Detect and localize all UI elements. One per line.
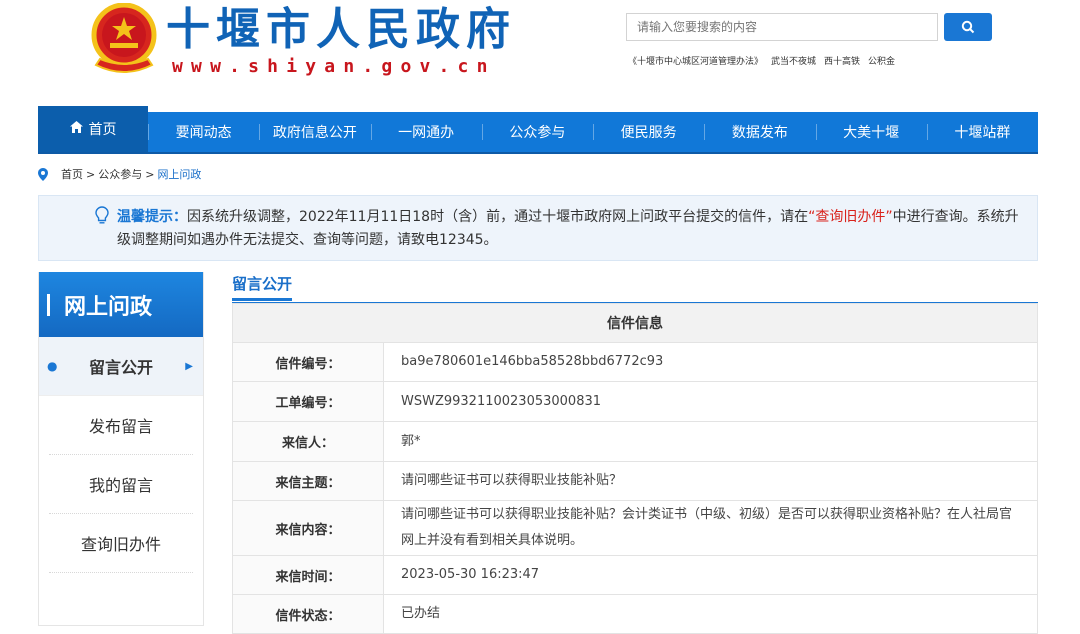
sidebar-item-old-cases[interactable]: 查询旧办件 bbox=[49, 514, 193, 573]
notice-text: 因系统升级调整，2022年11月11日18时（含）前，通过十堰市政府网上问政平台… bbox=[187, 209, 809, 225]
nav-item-home[interactable]: 首页 bbox=[38, 106, 148, 152]
nav-item-public[interactable]: 公众参与 bbox=[481, 112, 593, 152]
section-title: 留言公开 bbox=[232, 272, 1038, 303]
table-row: 工单编号： WSWZ9932110023053000831 bbox=[232, 381, 1038, 422]
sidebar-item-post-message[interactable]: 发布留言 bbox=[49, 396, 193, 455]
hot-link[interactable]: 《十堰市中心城区河道管理办法》 bbox=[628, 54, 763, 67]
letter-info-table: 信件信息 信件编号： ba9e780601e146bba58528bbd6772… bbox=[232, 303, 1038, 634]
sidebar-item-public-messages[interactable]: ● 留言公开 ▶ bbox=[39, 337, 203, 396]
triangle-right-icon: ▶ bbox=[185, 360, 193, 372]
table-row: 来信内容： 请问哪些证书可以获得职业技能补贴？会计类证书（中级、初级）是否可以获… bbox=[232, 500, 1038, 556]
search-icon bbox=[961, 20, 975, 34]
table-row: 信件状态： 已办结 bbox=[232, 594, 1038, 634]
nav-item-gov-info[interactable]: 政府信息公开 bbox=[259, 112, 370, 152]
table-row: 来信时间： 2023-05-30 16:23:47 bbox=[232, 555, 1038, 595]
sidebar-item-label: 留言公开 bbox=[88, 358, 153, 377]
sidebar: 网上问政 ● 留言公开 ▶ 发布留言 我的留言 查询旧办件 bbox=[38, 272, 204, 626]
national-emblem-logo bbox=[91, 3, 157, 73]
hot-link[interactable]: 武当不夜城 bbox=[771, 54, 816, 67]
field-label: 来信时间： bbox=[232, 555, 384, 595]
breadcrumb-separator: > bbox=[86, 167, 96, 181]
field-value: 请问哪些证书可以获得职业技能补贴？ bbox=[383, 461, 1038, 501]
bullet-icon: ● bbox=[47, 359, 58, 373]
table-row: 来信人： 郭* bbox=[232, 421, 1038, 462]
search-input[interactable] bbox=[626, 13, 938, 41]
field-value: 已办结 bbox=[383, 594, 1038, 634]
lightbulb-icon bbox=[95, 206, 109, 224]
nav-item-services[interactable]: 便民服务 bbox=[593, 112, 704, 152]
nav-item-news[interactable]: 要闻动态 bbox=[148, 112, 259, 152]
section-title-text: 留言公开 bbox=[232, 272, 293, 301]
table-row: 信件编号： ba9e780601e146bba58528bbd6772c93 bbox=[232, 342, 1038, 382]
field-label: 信件状态： bbox=[232, 594, 384, 634]
field-label: 信件编号： bbox=[232, 342, 384, 382]
hot-link[interactable]: 西十高铁 bbox=[824, 54, 860, 67]
breadcrumb-home[interactable]: 首页 bbox=[61, 166, 83, 182]
nav-item-data[interactable]: 数据发布 bbox=[704, 112, 815, 152]
sidebar-item-my-messages[interactable]: 我的留言 bbox=[49, 455, 193, 514]
notice-box: 温馨提示：因系统升级调整，2022年11月11日18时（含）前，通过十堰市政府网… bbox=[38, 195, 1038, 261]
hot-search-links: 《十堰市中心城区河道管理办法》 武当不夜城 西十高铁 公积金 bbox=[628, 54, 895, 67]
nav-item-one-stop[interactable]: 一网通办 bbox=[370, 112, 482, 152]
notice-label: 温馨提示： bbox=[117, 209, 187, 225]
sidebar-title: 网上问政 bbox=[39, 272, 203, 337]
main-nav: 首页 要闻动态 政府信息公开 一网通办 公众参与 便民服务 数据发布 大美十堰 … bbox=[38, 106, 1038, 154]
search-button[interactable] bbox=[944, 13, 992, 41]
hot-link[interactable]: 公积金 bbox=[868, 54, 895, 67]
site-title: 十堰市人民政府 bbox=[166, 4, 516, 55]
house-icon bbox=[69, 121, 83, 137]
nav-item-beauty[interactable]: 大美十堰 bbox=[815, 112, 927, 152]
field-value: 2023-05-30 16:23:47 bbox=[383, 555, 1038, 595]
field-value: ba9e780601e146bba58528bbd6772c93 bbox=[383, 342, 1038, 382]
field-value: WSWZ9932110023053000831 bbox=[383, 381, 1038, 422]
title-bar-decoration bbox=[47, 293, 50, 316]
nav-item-label: 首页 bbox=[88, 122, 117, 138]
location-pin-icon bbox=[38, 167, 48, 181]
table-caption: 信件信息 bbox=[232, 303, 1038, 343]
site-url: www.shiyan.gov.cn bbox=[172, 56, 496, 77]
field-label: 来信人： bbox=[232, 421, 384, 462]
field-label: 来信内容： bbox=[232, 500, 384, 556]
field-value: 请问哪些证书可以获得职业技能补贴？会计类证书（中级、初级）是否可以获得职业资格补… bbox=[383, 500, 1038, 556]
nav-item-sites[interactable]: 十堰站群 bbox=[926, 112, 1038, 152]
field-label: 来信主题： bbox=[232, 461, 384, 501]
field-value: 郭* bbox=[383, 421, 1038, 462]
table-row: 来信主题： 请问哪些证书可以获得职业技能补贴？ bbox=[232, 461, 1038, 501]
field-label: 工单编号： bbox=[232, 381, 384, 422]
breadcrumb-separator: > bbox=[145, 167, 155, 181]
sidebar-title-text: 网上问政 bbox=[64, 294, 153, 320]
breadcrumb: 首页 > 公众参与 > 网上问政 bbox=[38, 166, 201, 182]
notice-old-query-link[interactable]: “查询旧办件” bbox=[808, 209, 893, 225]
breadcrumb-public[interactable]: 公众参与 bbox=[98, 166, 142, 182]
breadcrumb-current[interactable]: 网上问政 bbox=[157, 166, 201, 182]
